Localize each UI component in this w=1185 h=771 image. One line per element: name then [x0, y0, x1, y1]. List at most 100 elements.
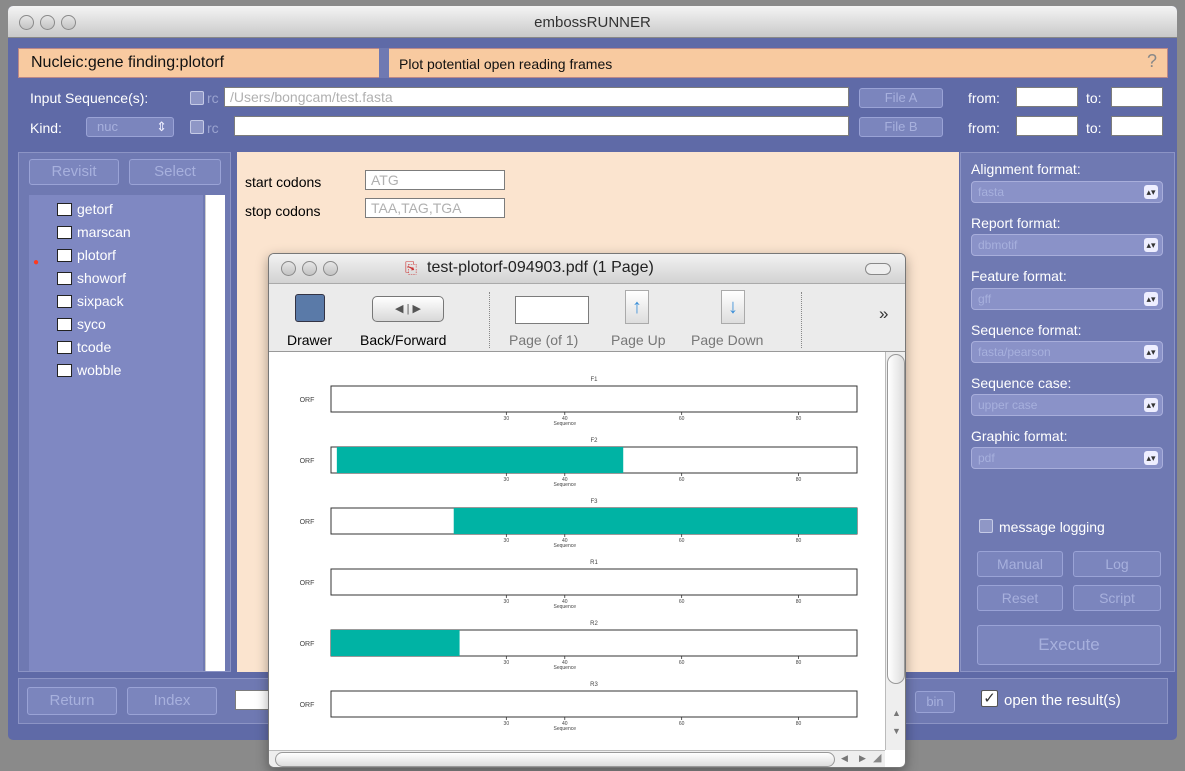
manual-button[interactable]: Manual	[977, 551, 1063, 577]
pdf-minimize-button[interactable]	[302, 261, 317, 276]
sequence-format-select[interactable]: fasta/pearson ▴▾	[971, 341, 1163, 363]
tick-label: 30	[504, 721, 510, 727]
tick-label: 60	[679, 477, 685, 483]
list-scrollbar[interactable]	[205, 195, 225, 671]
sequence-case-label: Sequence case:	[971, 375, 1072, 391]
back-forward-icon[interactable]: ◀ | ▶	[372, 296, 444, 322]
rc-checkbox-b[interactable]	[190, 120, 204, 134]
list-item[interactable]: sixpack	[57, 293, 124, 309]
tick-label: 80	[796, 721, 802, 727]
graphic-format-select[interactable]: pdf ▴▾	[971, 447, 1163, 469]
input-sequence-field[interactable]: /Users/bongcam/test.fasta	[224, 87, 849, 107]
pdf-close-button[interactable]	[281, 261, 296, 276]
select-button[interactable]: Select	[129, 159, 221, 185]
file-b-button[interactable]: File B	[859, 117, 943, 137]
return-button[interactable]: Return	[27, 687, 117, 715]
tick-label: 30	[504, 660, 510, 666]
frame-label: F2	[590, 438, 598, 444]
list-item[interactable]: wobble	[57, 362, 121, 378]
message-logging-checkbox[interactable]	[979, 519, 993, 533]
format-panel: Alignment format: fasta ▴▾ Report format:…	[960, 152, 1175, 672]
pdf-zoom-button[interactable]	[323, 261, 338, 276]
vertical-scroll-thumb[interactable]	[887, 354, 905, 684]
drawer-icon[interactable]	[295, 294, 325, 322]
revisit-button[interactable]: Revisit	[29, 159, 119, 185]
alignment-format-label: Alignment format:	[971, 161, 1081, 177]
rc-checkbox-a[interactable]	[190, 91, 204, 105]
input-seq-label: Input Sequence(s):	[30, 90, 149, 106]
list-item[interactable]: tcode	[57, 339, 111, 355]
file-a-button[interactable]: File A	[859, 88, 943, 108]
log-button[interactable]: Log	[1073, 551, 1161, 577]
vertical-scrollbar[interactable]: ▲ ▼	[885, 352, 905, 750]
scroll-down-arrow-icon[interactable]: ▼	[892, 726, 901, 736]
scroll-right-arrow-icon[interactable]: ▶	[859, 753, 866, 764]
kind-value: nuc	[97, 119, 118, 134]
tick-label: 30	[504, 599, 510, 605]
input-sequence-field-b[interactable]	[234, 116, 849, 136]
scroll-up-arrow-icon[interactable]: ▲	[892, 708, 901, 718]
alignment-format-select[interactable]: fasta ▴▾	[971, 181, 1163, 203]
page-down-icon[interactable]: ↓	[721, 290, 745, 324]
sequence-case-select[interactable]: upper case ▴▾	[971, 394, 1163, 416]
orf-bar	[331, 630, 460, 656]
toolbar-toggle-button[interactable]	[865, 263, 891, 275]
y-axis-label: ORF	[300, 519, 315, 526]
pdf-document-page: F1 ORF 30 40 60 80 Sequence F2 ORF 30 40 60 80 Sequen…	[269, 352, 885, 752]
program-path: Nucleic:gene finding:plotorf	[31, 54, 225, 71]
x-axis-label: Sequence	[554, 726, 577, 732]
back-forward-label[interactable]: Back/Forward	[360, 332, 446, 348]
page-up-icon[interactable]: ↑	[625, 290, 649, 324]
reset-button[interactable]: Reset	[977, 585, 1063, 611]
page-down-label[interactable]: Page Down	[691, 332, 763, 348]
program-description: Plot potential open reading frames	[399, 56, 613, 72]
page-number-field[interactable]	[515, 296, 589, 324]
index-button[interactable]: Index	[127, 687, 217, 715]
from-field-b[interactable]	[1016, 116, 1078, 136]
list-item[interactable]: getorf	[57, 201, 113, 217]
open-results-label: open the result(s)	[1004, 692, 1121, 709]
pdf-title: test-plotorf-094903.pdf (1 Page)	[427, 259, 654, 276]
help-button[interactable]: ?	[1147, 51, 1157, 72]
tick-label: 80	[796, 477, 802, 483]
stop-codons-field[interactable]: TAA,TAG,TGA	[365, 198, 505, 218]
program-list-panel: Revisit Select ● getorf marscan plotorf …	[18, 152, 231, 672]
list-item[interactable]: showorf	[57, 270, 126, 286]
selected-marker-icon: ●	[33, 257, 40, 268]
list-item[interactable]: syco	[57, 316, 106, 332]
drawer-label[interactable]: Drawer	[287, 332, 332, 348]
select-arrows-icon: ▴▾	[1144, 292, 1158, 306]
graphic-format-label: Graphic format:	[971, 428, 1068, 444]
tick-label: 80	[796, 538, 802, 544]
execute-button[interactable]: Execute	[977, 625, 1161, 665]
pdf-title-bar: ⎘ test-plotorf-094903.pdf (1 Page)	[269, 254, 905, 284]
to-field-a[interactable]	[1111, 87, 1163, 107]
resize-grip-icon[interactable]: ◢	[873, 751, 881, 764]
from-field-a[interactable]	[1016, 87, 1078, 107]
x-axis-label: Sequence	[554, 543, 577, 549]
page-up-label[interactable]: Page Up	[611, 332, 665, 348]
frame-track	[330, 690, 858, 718]
pdf-toolbar: Drawer ◀ | ▶ Back/Forward Page (of 1) ↑ …	[269, 284, 905, 352]
pdf-file-icon: ⎘	[405, 260, 418, 277]
list-item[interactable]: plotorf	[57, 247, 116, 263]
more-tools-icon[interactable]: »	[879, 304, 888, 324]
open-results-checkbox[interactable]: ✓	[981, 690, 998, 707]
partial-button[interactable]: bin	[915, 691, 955, 713]
script-button[interactable]: Script	[1073, 585, 1161, 611]
program-list: ● getorf marscan plotorf showorf sixpack…	[29, 195, 203, 671]
select-arrows-icon: ▴▾	[1144, 345, 1158, 359]
frame-label: R1	[590, 560, 598, 566]
kind-select[interactable]: nuc ⇕	[86, 117, 174, 137]
to-field-b[interactable]	[1111, 116, 1163, 136]
frame-track	[330, 568, 858, 596]
list-item[interactable]: marscan	[57, 224, 131, 240]
frame-label: F3	[590, 499, 598, 505]
start-codons-field[interactable]: ATG	[365, 170, 505, 190]
report-format-select[interactable]: dbmotif ▴▾	[971, 234, 1163, 256]
horizontal-scrollbar[interactable]: ◀ ▶ ◢	[269, 750, 885, 767]
horizontal-scroll-thumb[interactable]	[275, 752, 835, 767]
feature-format-select[interactable]: gff ▴▾	[971, 288, 1163, 310]
scroll-left-arrow-icon[interactable]: ◀	[841, 753, 848, 764]
x-axis-label: Sequence	[554, 421, 577, 427]
